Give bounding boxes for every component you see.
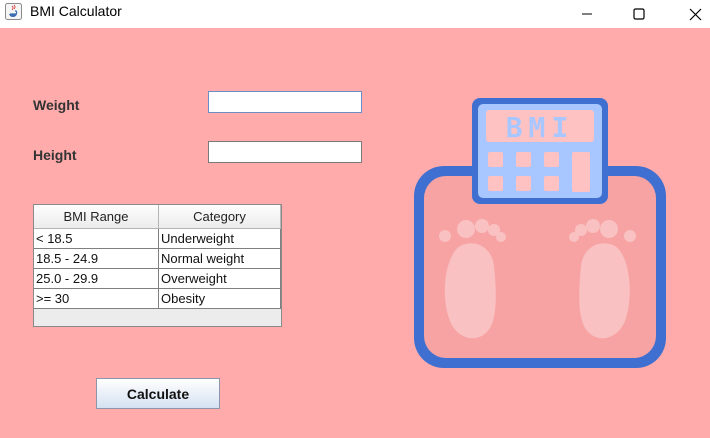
minimize-button[interactable] bbox=[564, 0, 610, 28]
close-button[interactable] bbox=[672, 0, 710, 28]
bmi-category-table[interactable]: BMI Range Category < 18.5 Underweight 18… bbox=[33, 204, 282, 327]
weight-input[interactable] bbox=[208, 91, 362, 113]
weight-label: Weight bbox=[33, 97, 80, 113]
table-cell-category[interactable]: Underweight bbox=[158, 228, 281, 249]
maximize-icon bbox=[633, 8, 645, 20]
table-cell-category[interactable]: Normal weight bbox=[158, 248, 281, 269]
height-label: Height bbox=[33, 147, 77, 163]
table-cell-range[interactable]: < 18.5 bbox=[34, 228, 159, 249]
table-cell-range[interactable]: 25.0 - 29.9 bbox=[34, 268, 159, 289]
table-cell-category[interactable]: Overweight bbox=[158, 268, 281, 289]
table-row[interactable]: 18.5 - 24.9 Normal weight bbox=[34, 248, 281, 269]
table-row[interactable]: < 18.5 Underweight bbox=[34, 228, 281, 249]
maximize-button[interactable] bbox=[616, 0, 662, 28]
calculate-button[interactable]: Calculate bbox=[96, 378, 220, 409]
minimize-icon bbox=[582, 13, 592, 15]
column-header-bmi-range[interactable]: BMI Range bbox=[34, 205, 159, 229]
table-cell-category[interactable]: Obesity bbox=[158, 288, 281, 309]
column-header-category[interactable]: Category bbox=[158, 205, 281, 229]
table-cell-range[interactable]: >= 30 bbox=[34, 288, 159, 309]
java-app-icon bbox=[5, 3, 22, 20]
table-cell-range[interactable]: 18.5 - 24.9 bbox=[34, 248, 159, 269]
scale-display-text: BMI bbox=[506, 111, 575, 144]
table-row[interactable]: >= 30 Obesity bbox=[34, 288, 281, 309]
close-icon bbox=[689, 8, 701, 20]
window-title: BMI Calculator bbox=[30, 3, 122, 19]
height-input[interactable] bbox=[208, 141, 362, 163]
bathroom-scale-icon: BMI bbox=[414, 98, 666, 368]
table-row[interactable]: 25.0 - 29.9 Overweight bbox=[34, 268, 281, 289]
title-bar: BMI Calculator bbox=[0, 0, 710, 28]
table-header-row: BMI Range Category bbox=[34, 205, 281, 229]
